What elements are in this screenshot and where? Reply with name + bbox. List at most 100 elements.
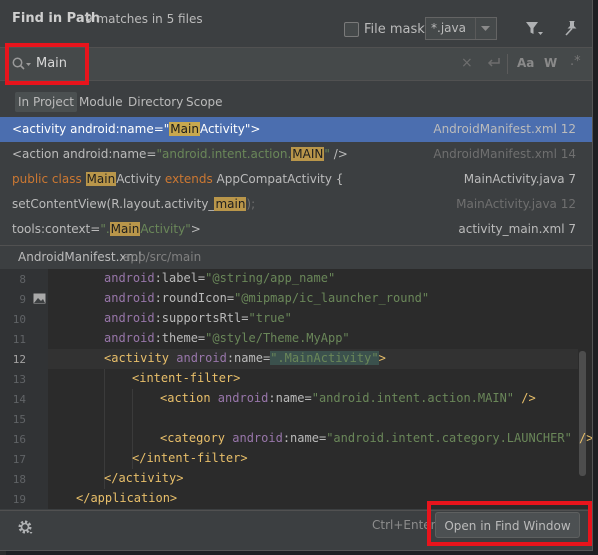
code-token: setContentView(R.layout.activity_ bbox=[12, 197, 215, 211]
line-number: 19 bbox=[12, 493, 26, 506]
code-preview[interactable]: 8 9 10 11 12 13 14 15 16 17 18 19 android :label="@s… bbox=[0, 269, 592, 509]
line-number: 8 bbox=[19, 273, 26, 286]
code-token: :theme= bbox=[154, 331, 206, 345]
new-line-icon[interactable] bbox=[487, 57, 501, 73]
result-row[interactable]: tools:context=".MainActivity"> activity_m… bbox=[0, 217, 592, 242]
search-divider bbox=[507, 54, 508, 74]
code-token: :label= bbox=[154, 271, 206, 285]
code-token: ".MainActivity" bbox=[270, 351, 379, 365]
code-token: :name= bbox=[282, 431, 327, 445]
line-number: 11 bbox=[12, 333, 26, 346]
line-number: 16 bbox=[12, 433, 26, 446]
shortcut-hint: Ctrl+Enter bbox=[372, 518, 436, 532]
file-mask-combo[interactable]: *.java bbox=[425, 17, 497, 40]
result-row[interactable]: setContentView(R.layout.activity_main); M… bbox=[0, 192, 592, 217]
code-token: <action android:name= bbox=[12, 147, 157, 161]
search-icon[interactable] bbox=[12, 57, 32, 74]
code-line: </activity> bbox=[104, 471, 183, 485]
code-token: tools:context= bbox=[12, 222, 101, 236]
file-mask-checkbox[interactable] bbox=[344, 22, 359, 37]
find-in-path-dialog: Find in Path 9 matches in 5 files File m… bbox=[0, 0, 593, 551]
pin-icon[interactable] bbox=[564, 20, 578, 39]
result-row[interactable]: <action android:name="android.intent.act… bbox=[0, 142, 592, 167]
code-line: <intent-filter> bbox=[132, 371, 240, 385]
line-number: 9 bbox=[19, 293, 26, 306]
scope-module[interactable]: Module bbox=[76, 92, 126, 112]
line-number: 15 bbox=[12, 413, 26, 426]
code-token: "android.intent.action.MAIN" bbox=[311, 391, 515, 405]
code-token: > bbox=[190, 222, 201, 236]
code-line: </application> bbox=[76, 491, 177, 505]
code-token: android bbox=[217, 391, 269, 405]
code-token: </activity> bbox=[104, 471, 184, 485]
scope-scope[interactable]: Scope bbox=[183, 92, 226, 112]
code-token: "android.intent.action. bbox=[156, 147, 292, 161]
preview-file-path: app/src/main bbox=[123, 250, 202, 264]
line-number: 13 bbox=[12, 373, 26, 386]
result-file: AndroidManifest.xml 14 bbox=[433, 147, 576, 161]
match-case-toggle[interactable]: Aa bbox=[517, 56, 534, 70]
result-file: MainActivity.java 12 bbox=[456, 197, 576, 211]
code-token: <category bbox=[160, 431, 233, 445]
result-row[interactable]: public class MainActivity extends AppCom… bbox=[0, 167, 592, 192]
file-mask-label[interactable]: File mask: bbox=[364, 22, 429, 37]
code-token: ); bbox=[246, 197, 256, 211]
code-token: <action bbox=[160, 391, 218, 405]
code-token: /> bbox=[514, 391, 536, 405]
image-icon[interactable] bbox=[33, 293, 46, 304]
match-highlight: Main bbox=[85, 172, 117, 186]
scope-tabs: In Project Module Directory Scope bbox=[0, 90, 592, 114]
result-code: <activity android:name="MainActivity"> bbox=[12, 122, 260, 136]
open-in-find-window-button[interactable]: Open in Find Window bbox=[435, 512, 580, 538]
code-line: <category android:name="android.intent.c… bbox=[160, 431, 592, 445]
scope-in-project[interactable]: In Project bbox=[15, 92, 78, 112]
dialog-header: Find in Path 9 matches in 5 files File m… bbox=[0, 0, 592, 40]
scope-directory[interactable]: Directory bbox=[125, 92, 186, 112]
line-number: 18 bbox=[12, 473, 26, 486]
result-code: <action android:name="android.intent.act… bbox=[12, 147, 348, 161]
code-token: android bbox=[176, 351, 227, 365]
result-row[interactable]: <activity android:name="MainActivity"> An… bbox=[0, 117, 592, 142]
code-line: <activity android:name=".MainActivity"> bbox=[104, 351, 386, 365]
line-number: 12 bbox=[12, 353, 26, 366]
preview-path-bar: AndroidManifest.xml app/src/main bbox=[0, 245, 592, 270]
match-summary: 9 matches in 5 files bbox=[85, 12, 203, 26]
code-token: public class bbox=[12, 172, 86, 186]
file-mask-dropdown-arrow[interactable] bbox=[475, 18, 496, 39]
line-number: 17 bbox=[12, 453, 26, 466]
regex-toggle[interactable]: .* bbox=[570, 54, 581, 69]
code-token: "android.intent.category.LAUNCHER" bbox=[326, 431, 572, 445]
clear-search-icon[interactable]: × bbox=[461, 55, 473, 71]
code-token: <activity android:name=" bbox=[12, 122, 170, 136]
chevron-down-icon bbox=[481, 26, 490, 31]
result-code: public class MainActivity extends AppCom… bbox=[12, 172, 343, 186]
results-list: <activity android:name="MainActivity"> An… bbox=[0, 117, 592, 242]
code-token: android bbox=[104, 291, 155, 305]
code-token: <intent-filter> bbox=[132, 371, 241, 385]
code-token: :name= bbox=[268, 391, 312, 405]
search-field[interactable]: Main × Aa W .* bbox=[0, 47, 592, 81]
editor-scrollbar-thumb[interactable] bbox=[579, 351, 586, 476]
code-token: Activity bbox=[116, 172, 165, 186]
code-token: ". bbox=[100, 222, 110, 236]
code-token: AppCompatActivity { bbox=[212, 172, 344, 186]
code-token: </application> bbox=[76, 491, 178, 505]
gear-icon[interactable] bbox=[17, 518, 33, 539]
line-gutter: 8 9 10 11 12 13 14 15 16 17 18 19 bbox=[0, 269, 48, 509]
code-line: android:roundIcon="@mipmap/ic_launcher_r… bbox=[104, 291, 429, 305]
line-number: 10 bbox=[12, 313, 26, 326]
code-token: android bbox=[104, 311, 155, 325]
match-highlight: MAIN bbox=[291, 147, 325, 161]
code-token: "@string/app_name" bbox=[205, 271, 336, 285]
match-highlight: main bbox=[214, 197, 247, 211]
search-query[interactable]: Main bbox=[36, 56, 67, 71]
code-token: /> bbox=[571, 431, 592, 445]
filter-icon[interactable] bbox=[525, 21, 543, 40]
line-number: 14 bbox=[12, 393, 26, 406]
code-token: Activity"> bbox=[199, 122, 261, 136]
code-token: <activity bbox=[104, 351, 177, 365]
whole-words-toggle[interactable]: W bbox=[544, 56, 557, 70]
code-line: android:theme="@style/Theme.MyApp" bbox=[104, 331, 350, 345]
code-token: extends bbox=[164, 172, 213, 186]
result-code: setContentView(R.layout.activity_main); bbox=[12, 197, 255, 211]
